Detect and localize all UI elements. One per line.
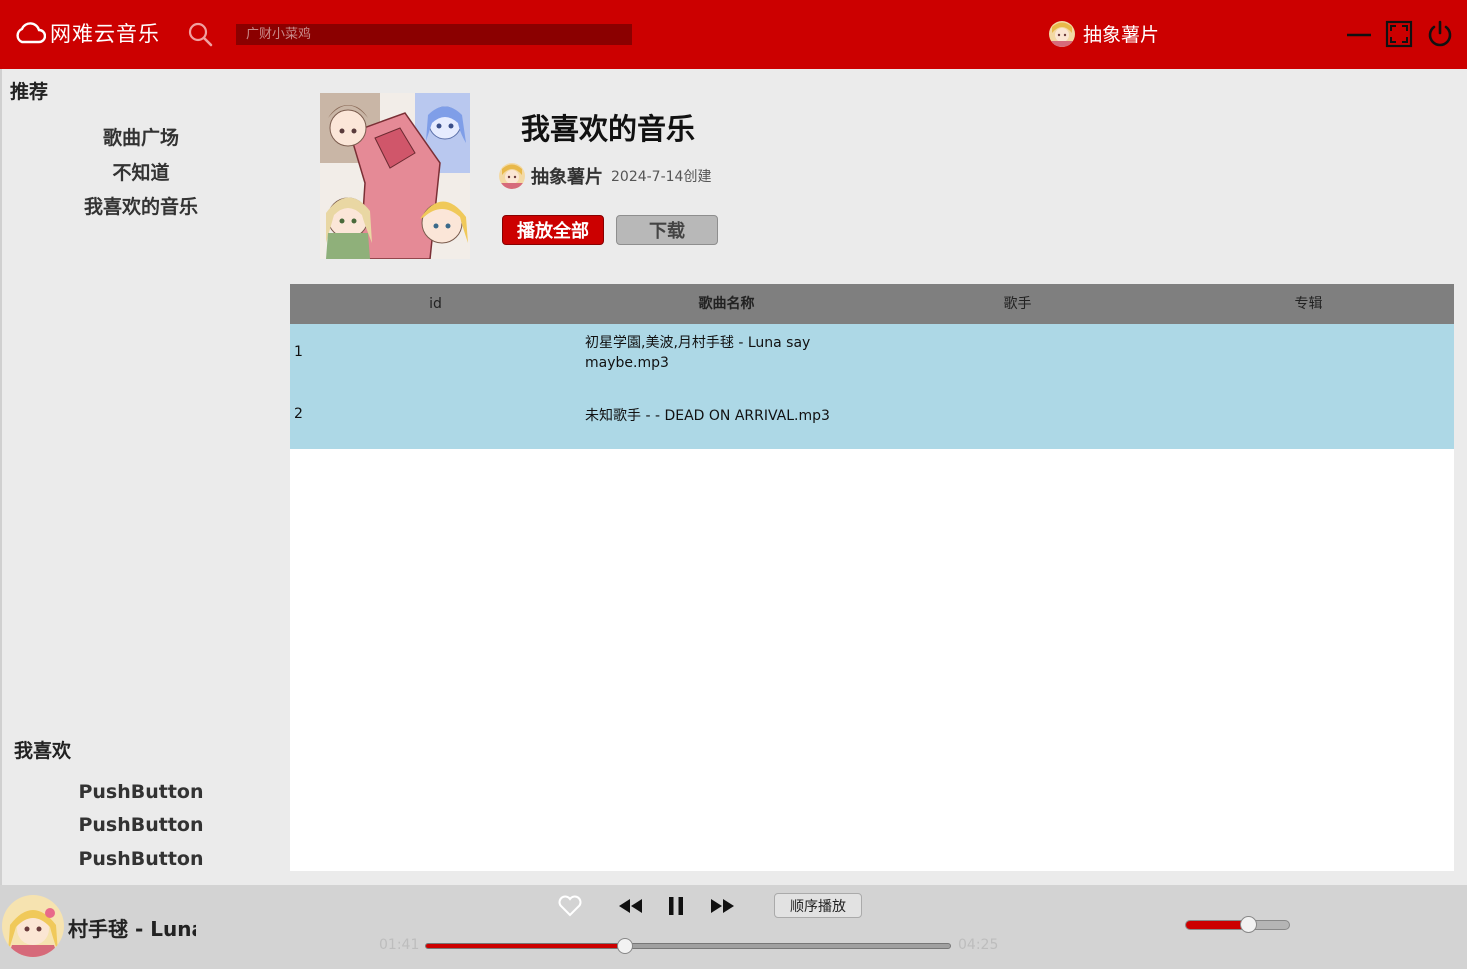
volume-handle[interactable] <box>1239 916 1257 933</box>
section-title-likes: 我喜欢 <box>14 740 72 762</box>
sidebar-item-unknown[interactable]: 不知道 <box>2 158 280 185</box>
user-profile[interactable]: 抽象薯片 <box>1049 20 1159 47</box>
table-header: id 歌曲名称 歌手 专辑 <box>290 284 1454 324</box>
volume-fill <box>1186 921 1248 929</box>
playlist-title: 我喜欢的音乐 <box>521 112 696 146</box>
column-header-artist[interactable]: 歌手 <box>872 284 1163 324</box>
download-button[interactable]: 下载 <box>616 215 718 245</box>
playlist-meta: 抽象薯片 2024-7-14创建 <box>499 163 711 189</box>
progress-slider[interactable] <box>425 938 951 954</box>
owner-avatar <box>499 163 525 189</box>
playlist-cover <box>320 93 470 259</box>
volume-slider[interactable] <box>1185 916 1290 933</box>
total-time: 04:25 <box>958 937 999 953</box>
sidebar-item-pushbutton-2[interactable]: PushButton <box>2 814 280 836</box>
now-playing-cover[interactable] <box>2 895 64 957</box>
minimize-icon[interactable] <box>1344 19 1374 49</box>
heart-icon[interactable] <box>556 893 584 919</box>
column-header-song-name[interactable]: 歌曲名称 <box>581 284 872 324</box>
progress-handle[interactable] <box>617 938 634 954</box>
cloud-icon <box>16 22 46 44</box>
power-icon[interactable] <box>1425 19 1455 49</box>
cell-id: 1 <box>294 344 303 360</box>
search-input[interactable] <box>236 24 632 45</box>
sidebar: 推荐 歌曲广场 不知道 我喜欢的音乐 我喜欢 PushButton PushBu… <box>0 69 278 885</box>
avatar <box>1049 20 1075 47</box>
song-table: id 歌曲名称 歌手 专辑 1 初星学園,美波,月村手毬 - Luna say … <box>290 284 1454 871</box>
table-row[interactable]: 1 初星学園,美波,月村手毬 - Luna say maybe.mp3 <box>290 324 1454 386</box>
app-name: 网难云音乐 <box>50 22 160 46</box>
current-time: 01:41 <box>379 937 420 953</box>
playlist-owner[interactable]: 抽象薯片 <box>531 163 603 189</box>
cell-song-name: 初星学園,美波,月村手毬 - Luna say maybe.mp3 <box>585 335 811 371</box>
section-title-recommend: 推荐 <box>10 81 49 103</box>
table-row[interactable]: 2 未知歌手 - - DEAD ON ARRIVAL.mp3 <box>290 386 1454 449</box>
play-all-button[interactable]: 播放全部 <box>502 215 604 245</box>
fast-forward-icon[interactable] <box>708 894 736 918</box>
progress-fill <box>426 944 626 948</box>
column-header-album[interactable]: 专辑 <box>1163 284 1454 324</box>
table-body: 1 初星学園,美波,月村手毬 - Luna say maybe.mp3 2 未知… <box>290 324 1454 449</box>
sidebar-item-my-favorites[interactable]: 我喜欢的音乐 <box>2 192 280 219</box>
cell-id: 2 <box>294 406 303 422</box>
maximize-icon[interactable] <box>1384 19 1414 49</box>
user-name: 抽象薯片 <box>1083 24 1160 46</box>
pause-icon[interactable] <box>664 893 688 919</box>
cell-song-name: 未知歌手 - - DEAD ON ARRIVAL.mp3 <box>585 408 830 424</box>
title-bar: 网难云音乐 抽象薯片 <box>0 0 1467 69</box>
column-header-id[interactable]: id <box>290 284 581 324</box>
player-bar: 村手毬 - Luna 顺序播放 01:41 04:25 <box>0 885 1467 969</box>
play-mode-button[interactable]: 顺序播放 <box>774 893 862 918</box>
sidebar-item-song-square[interactable]: 歌曲广场 <box>2 123 280 150</box>
rewind-icon[interactable] <box>617 894 645 918</box>
app-logo: 网难云音乐 <box>14 18 160 48</box>
sidebar-item-pushbutton-3[interactable]: PushButton <box>2 848 280 870</box>
now-playing-title: 村手毬 - Luna <box>68 917 196 941</box>
search-icon[interactable] <box>186 20 214 52</box>
playlist-created-date: 2024-7-14创建 <box>611 169 712 185</box>
sidebar-item-pushbutton-1[interactable]: PushButton <box>2 781 280 803</box>
